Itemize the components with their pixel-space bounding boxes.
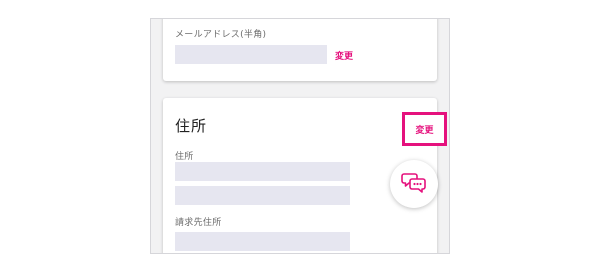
email-label: メールアドレス(半角): [175, 30, 267, 40]
address-label: 住所: [175, 152, 194, 162]
address-change-button[interactable]: 変更: [402, 112, 447, 146]
billing-address-field: [175, 232, 350, 251]
address-line-1-field: [175, 162, 350, 181]
address-change-label: 変更: [415, 125, 434, 136]
address-line-2-field: [175, 186, 350, 205]
email-value-field: [175, 45, 327, 64]
email-change-link[interactable]: 変更: [335, 49, 353, 62]
phone-screen: メールアドレス(半角) 変更 住所 変更 住所 請求先住所: [150, 18, 450, 254]
chat-bubbles-icon: [401, 170, 427, 198]
email-card: メールアドレス(半角) 変更: [163, 19, 437, 81]
address-section-title: 住所: [175, 117, 208, 135]
chat-button[interactable]: [390, 160, 438, 208]
billing-address-label: 請求先住所: [175, 218, 222, 228]
